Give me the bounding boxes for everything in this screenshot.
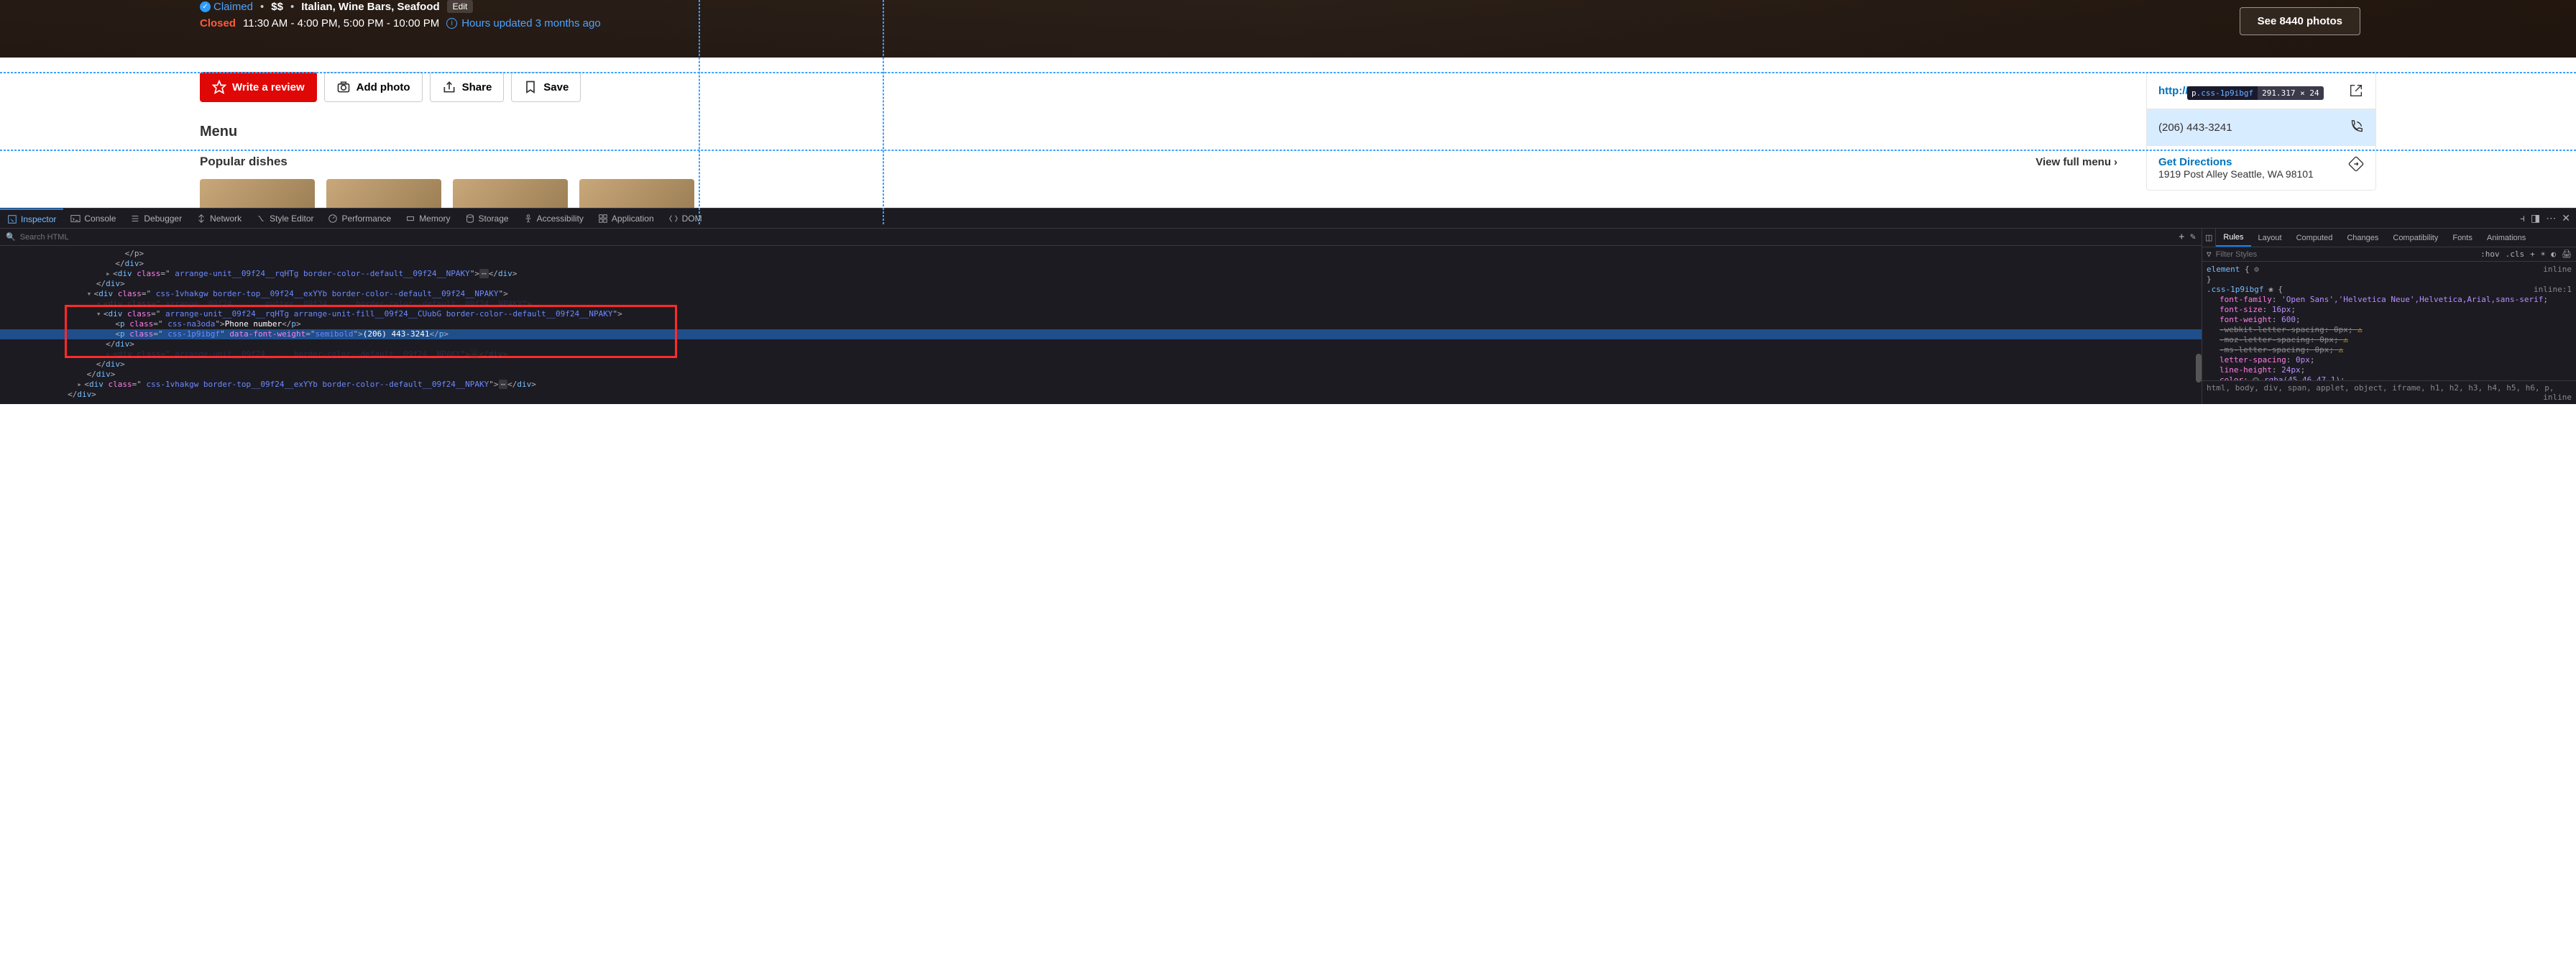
claimed-badge: ✓ Claimed [200,1,253,13]
action-bar: Write a review Add photo Share Save [200,72,2117,102]
search-icon: 🔍 [6,232,16,242]
close-devtools-icon[interactable]: ✕ [2562,212,2570,224]
chevron-right-icon: › [2114,156,2117,168]
directions-row[interactable]: Get Directions 1919 Post Alley Seattle, … [2147,146,2375,190]
tab-inspector[interactable]: Inspector [0,209,63,228]
directions-link[interactable]: Get Directions [2158,156,2314,168]
price-range: $$ [271,1,283,13]
info-icon: i [446,18,457,29]
tab-console[interactable]: Console [63,209,123,228]
phone-row[interactable]: p.css-1p9ibgf 291.317 × 24 (206) 443-324… [2147,109,2375,146]
side-tab-layout[interactable]: Layout [2251,229,2289,247]
share-button[interactable]: Share [430,72,505,102]
dom-tree[interactable]: </p> </div> ▸<div class=" arrange-unit__… [0,246,2202,404]
dock-side-icon[interactable]: ◨ [2531,212,2540,224]
dark-scheme-icon[interactable]: ◐ [2551,249,2556,259]
add-photo-button[interactable]: Add photo [324,72,423,102]
tab-memory[interactable]: Memory [398,209,457,228]
add-rule-icon[interactable]: + [2530,249,2535,259]
more-options-icon[interactable]: ⋯ [2546,212,2556,224]
dishes-carousel[interactable] [200,179,2117,208]
see-photos-button[interactable]: See 8440 photos [2240,7,2360,35]
hours-updated-link[interactable]: i Hours updated 3 months ago [446,17,600,29]
menu-heading: Menu [200,124,2117,140]
check-icon: ✓ [200,1,211,12]
layout-pane-icon[interactable]: ◫ [2205,233,2212,242]
share-icon [442,80,456,94]
write-review-button[interactable]: Write a review [200,72,317,102]
add-node-icon[interactable]: + [2179,232,2184,242]
print-media-icon[interactable]: 🖨 [2562,249,2572,259]
phone-icon [2348,119,2364,135]
separator-dot: • [290,1,294,13]
scrollbar-thumb[interactable] [2196,354,2202,382]
bookmark-icon [523,80,538,94]
hero-section: ✓ Claimed • $$ • Italian, Wine Bars, Sea… [0,0,2576,58]
edit-button[interactable]: Edit [447,0,474,13]
save-button[interactable]: Save [511,72,581,102]
side-tab-computed[interactable]: Computed [2289,229,2340,247]
side-tab-animations[interactable]: Animations [2480,229,2533,247]
eyedropper-icon[interactable]: ✎ [2190,232,2196,242]
popular-dishes-heading: Popular dishes [200,155,288,169]
star-icon [212,80,226,94]
dish-card[interactable] [579,179,694,208]
view-full-menu-link[interactable]: View full menu › [2036,156,2117,168]
address-text: 1919 Post Alley Seattle, WA 98101 [2158,168,2314,180]
side-tab-compatibility[interactable]: Compatibility [2386,229,2445,247]
search-html-input[interactable] [20,233,2175,242]
side-tab-rules[interactable]: Rules [2216,229,2250,247]
styles-panel: ◫ Rules Layout Computed Changes Compatib… [2202,229,2576,404]
business-info-card: http://www.thepinkdoor.net p.css-1p9ibgf… [2146,72,2376,191]
html-search-bar: 🔍 + ✎ [0,229,2202,246]
tab-debugger[interactable]: Debugger [123,209,189,228]
rule-breadcrumb: html, body, div, span, applet, object, i… [2202,380,2576,404]
closed-status: Closed [200,17,236,29]
tab-application[interactable]: Application [591,209,661,228]
tab-network[interactable]: Network [189,209,249,228]
separator-dot: • [260,1,264,13]
side-tab-changes[interactable]: Changes [2340,229,2386,247]
dish-card[interactable] [326,179,441,208]
categories[interactable]: Italian, Wine Bars, Seafood [301,1,439,13]
filter-icon: ▽ [2207,249,2212,259]
inspector-tooltip: p.css-1p9ibgf 291.317 × 24 [2187,86,2324,100]
css-rules[interactable]: element { ⚙inline } .css-1p9ibgf ❀ {inli… [2202,262,2576,380]
light-scheme-icon[interactable]: ☀ [2541,249,2546,259]
html-panel: 🔍 + ✎ </p> </div> ▸<div class=" arra [0,229,2202,404]
external-link-icon [2348,83,2364,99]
tab-storage[interactable]: Storage [458,209,516,228]
camera-icon [336,80,351,94]
hov-toggle[interactable]: :hov [2480,249,2500,259]
responsive-mode-icon[interactable]: ⫞ [2520,212,2525,224]
hours-text: 11:30 AM - 4:00 PM, 5:00 PM - 10:00 PM [243,17,439,29]
cls-toggle[interactable]: .cls [2506,249,2525,259]
main-content: Write a review Add photo Share Save Menu… [0,58,2576,208]
tab-accessibility[interactable]: Accessibility [516,209,591,228]
devtools-panel: Inspector Console Debugger Network Style… [0,208,2576,404]
filter-styles-input[interactable] [2216,250,2477,259]
claimed-text: Claimed [213,1,253,13]
tab-dom[interactable]: DOM [661,209,709,228]
tab-performance[interactable]: Performance [321,209,398,228]
side-tab-fonts[interactable]: Fonts [2445,229,2480,247]
phone-number: (206) 443-3241 [2158,122,2232,134]
devtools-tabs: Inspector Console Debugger Network Style… [0,209,2576,229]
dish-card[interactable] [200,179,315,208]
dish-card[interactable] [453,179,568,208]
directions-icon [2348,156,2364,172]
tab-style-editor[interactable]: Style Editor [249,209,321,228]
